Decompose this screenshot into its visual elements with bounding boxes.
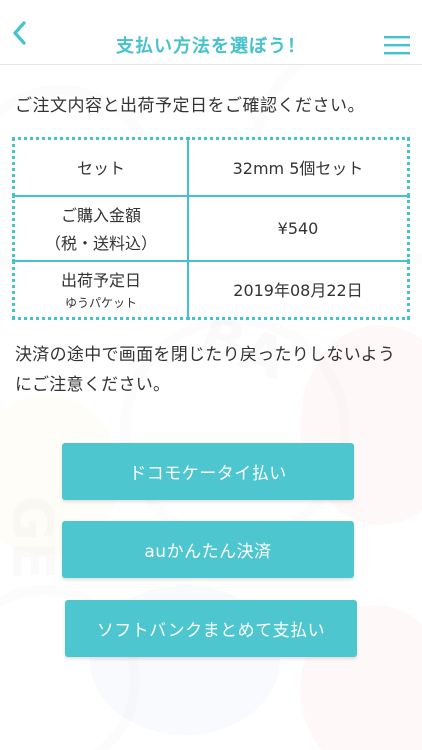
- price-value: ¥540: [187, 194, 410, 262]
- table-row: 出荷予定日 ゆうパケット 2019年08月22日: [12, 259, 410, 320]
- set-value: 32mm 5個セット: [187, 137, 410, 197]
- ship-date-value: 2019年08月22日: [187, 259, 410, 320]
- app-header: 支払い方法を選ぼう！: [0, 0, 422, 65]
- au-payment-button[interactable]: auかんたん決済: [62, 521, 354, 578]
- price-label-cell: ご購入金額 （税・送料込）: [12, 194, 189, 262]
- price-label-note: （税・送料込）: [44, 234, 157, 253]
- order-summary-table: セット 32mm 5個セット ご購入金額 （税・送料込） ¥540 出荷予定日 …: [12, 137, 410, 320]
- docomo-payment-button[interactable]: ドコモケータイ払い: [62, 443, 354, 500]
- ship-date-label: 出荷予定日: [60, 271, 141, 291]
- price-label: ご購入金額: [60, 206, 141, 225]
- table-row: セット 32mm 5個セット: [12, 137, 410, 197]
- hamburger-menu-icon[interactable]: [384, 35, 410, 55]
- page-title: 支払い方法を選ぼう！: [116, 36, 306, 57]
- intro-text: ご注文内容と出荷予定日をご確認ください。: [15, 96, 365, 116]
- softbank-payment-button[interactable]: ソフトバンクまとめて支払い: [65, 600, 357, 657]
- ship-date-label-cell: 出荷予定日 ゆうパケット: [12, 259, 189, 320]
- notice-text: 決済の途中で画面を閉じたり戻ったりしないようにご注意ください。: [15, 345, 396, 395]
- table-row: ご購入金額 （税・送料込） ¥540: [12, 194, 410, 262]
- set-label: セット: [12, 137, 189, 197]
- shipping-method: ゆうパケット: [64, 296, 137, 311]
